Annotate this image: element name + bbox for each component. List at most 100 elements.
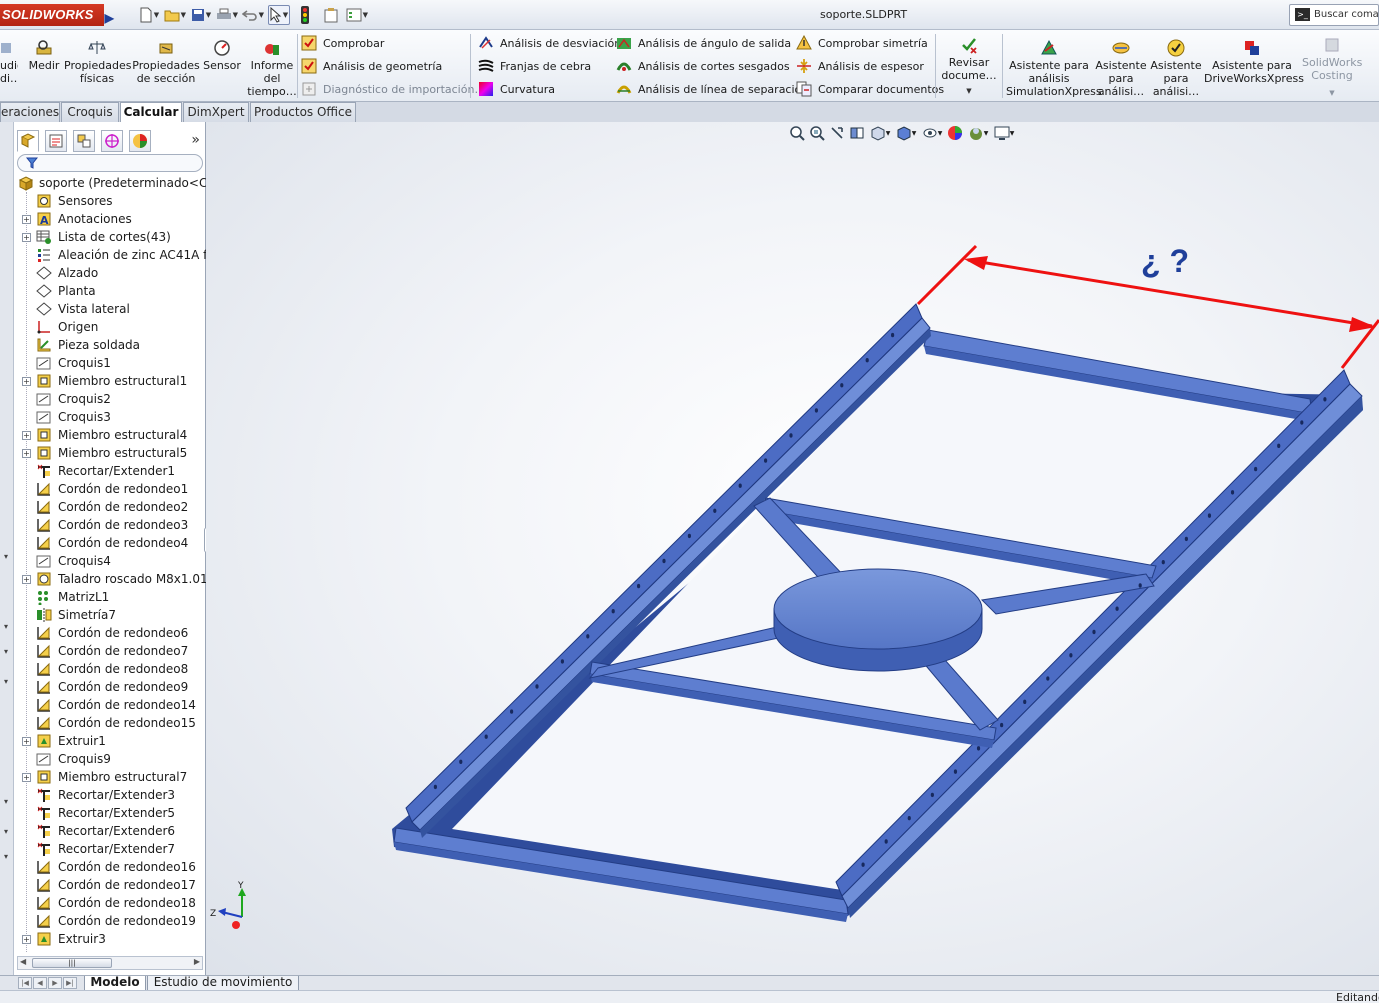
parting-line-button[interactable]: Análisis de línea de separación xyxy=(616,79,808,99)
first-tab-nav[interactable]: |◀ xyxy=(18,977,32,989)
tree-item[interactable]: + A Anotaciones xyxy=(14,210,206,228)
expand-icon[interactable]: + xyxy=(22,431,31,440)
options-button[interactable]: ▼ xyxy=(346,5,368,25)
tree-item[interactable]: + Miembro estructural4 xyxy=(14,426,206,444)
tree-item[interactable]: + Lista de cortes(43) xyxy=(14,228,206,246)
import-diagnostics-button[interactable]: Diagnóstico de importación… xyxy=(301,79,485,99)
tree-item[interactable]: Sensores xyxy=(14,192,206,210)
tree-item[interactable]: Croquis1 xyxy=(14,354,206,372)
tree-item[interactable]: Cordón de redondeo2 xyxy=(14,498,206,516)
tree-item[interactable]: Vista lateral xyxy=(14,300,206,318)
expand-icon[interactable]: + xyxy=(22,935,31,944)
tree-item[interactable]: Cordón de redondeo19 xyxy=(14,912,206,930)
curvature-button[interactable]: Curvatura xyxy=(478,79,555,99)
save-button[interactable]: ▼ xyxy=(190,5,212,25)
tree-item[interactable]: Cordón de redondeo4 xyxy=(14,534,206,552)
tree-item[interactable]: Cordón de redondeo1 xyxy=(14,480,206,498)
dropdown-arrow-icon[interactable]: ▼ xyxy=(940,85,998,98)
rebuild-button[interactable] xyxy=(294,5,316,25)
check-button[interactable]: Comprobar xyxy=(301,33,384,53)
tree-item[interactable]: + Miembro estructural7 xyxy=(14,768,206,786)
expand-icon[interactable]: + xyxy=(22,575,31,584)
tree-item[interactable]: Croquis3 xyxy=(14,408,206,426)
tree-item[interactable]: + Extruir1 xyxy=(14,732,206,750)
expand-icon[interactable]: + xyxy=(22,377,31,386)
tree-item[interactable]: Alzado xyxy=(14,264,206,282)
collapse-marker-icon[interactable]: ▾ xyxy=(4,647,8,656)
print-button[interactable]: ▼ xyxy=(216,5,238,25)
costing-button[interactable]: SolidWorks Costing ▼ xyxy=(1302,32,1362,100)
expand-icon[interactable]: + xyxy=(22,737,31,746)
tree-item[interactable]: Cordón de redondeo7 xyxy=(14,642,206,660)
study-button[interactable]: udio di… xyxy=(0,32,18,100)
collapse-marker-icon[interactable]: ▾ xyxy=(4,827,8,836)
tree-item[interactable]: Cordón de redondeo18 xyxy=(14,894,206,912)
floxpress-button[interactable]: Asistente para análisi… xyxy=(1094,32,1148,100)
tree-item[interactable]: Cordón de redondeo15 xyxy=(14,714,206,732)
design-checker-button[interactable]: Revisar docume… ▼ xyxy=(940,32,998,100)
collapse-marker-icon[interactable]: ▾ xyxy=(4,622,8,631)
tab-dimxpert[interactable]: DimXpert xyxy=(183,102,249,122)
geometry-analysis-button[interactable]: Análisis de geometría xyxy=(301,56,442,76)
measure-button[interactable]: Medir xyxy=(28,32,60,100)
scroll-thumb[interactable]: ||| xyxy=(32,958,112,968)
configuration-manager-tab[interactable] xyxy=(73,130,95,152)
expand-icon[interactable]: + xyxy=(22,215,31,224)
tree-item[interactable]: + Taladro roscado M8x1.01 xyxy=(14,570,206,588)
tab-features[interactable]: eraciones xyxy=(0,102,60,122)
tree-filter-input[interactable] xyxy=(17,154,203,172)
deviation-analysis-button[interactable]: Análisis de desviación xyxy=(478,33,621,53)
simulationxpress-button[interactable]: Asistente para análisis SimulationXpress xyxy=(1006,32,1102,100)
reference-triad[interactable]: Y Z xyxy=(210,881,246,929)
section-properties-button[interactable]: Propiedades de sección xyxy=(132,32,200,100)
display-manager-tab[interactable] xyxy=(129,130,151,152)
expand-panel-icon[interactable]: » xyxy=(191,132,200,148)
last-tab-nav[interactable]: ▶| xyxy=(63,977,77,989)
search-commands-input[interactable]: >_ Buscar comandos xyxy=(1289,4,1379,26)
tree-item[interactable]: Croquis2 xyxy=(14,390,206,408)
tree-item[interactable]: Planta xyxy=(14,282,206,300)
collapse-marker-icon[interactable]: ▾ xyxy=(4,797,8,806)
sensor-button[interactable]: Sensor xyxy=(203,32,241,100)
dropdown-arrow-icon[interactable]: ▼ xyxy=(1302,87,1362,100)
undo-button[interactable]: ▼ xyxy=(242,5,264,25)
performance-report-button[interactable]: Informe del tiempo… xyxy=(247,32,297,100)
property-manager-tab[interactable] xyxy=(45,130,67,152)
expand-icon[interactable]: + xyxy=(22,449,31,458)
driveworksxpress-button[interactable]: Asistente para DriveWorksXpress xyxy=(1204,32,1304,100)
draft-analysis-button[interactable]: Análisis de ángulo de salida xyxy=(616,33,791,53)
tree-item[interactable]: Croquis9 xyxy=(14,750,206,768)
previous-tab-nav[interactable]: ◀ xyxy=(33,977,47,989)
tab-evaluate[interactable]: Calcular xyxy=(120,102,182,123)
zebra-stripes-button[interactable]: Franjas de cebra xyxy=(478,56,591,76)
dimxpert-manager-tab[interactable] xyxy=(101,130,123,152)
mass-properties-button[interactable]: Propiedades físicas xyxy=(64,32,131,100)
feature-tree-tab[interactable] xyxy=(17,130,39,152)
tree-item[interactable]: Cordón de redondeo9 xyxy=(14,678,206,696)
dfmxpress-button[interactable]: Asistente para análisi… xyxy=(1150,32,1202,100)
tab-model[interactable]: Modelo xyxy=(84,976,146,991)
tree-item[interactable]: Cordón de redondeo6 xyxy=(14,624,206,642)
undercut-analysis-button[interactable]: Análisis de cortes sesgados xyxy=(616,56,790,76)
menu-arrow-icon[interactable]: ▶ xyxy=(105,7,114,29)
tab-sketch[interactable]: Croquis xyxy=(61,102,119,122)
tree-item[interactable]: Pieza soldada xyxy=(14,336,206,354)
scroll-left-icon[interactable]: ◀ xyxy=(20,957,26,966)
tree-item[interactable]: Cordón de redondeo8 xyxy=(14,660,206,678)
tab-office-products[interactable]: Productos Office xyxy=(250,102,356,122)
collapse-marker-icon[interactable]: ▾ xyxy=(4,552,8,561)
graphics-area[interactable]: ▼ ▼ ▼ ▼ ▼ ¿ ? Y Z xyxy=(206,122,1379,975)
tree-item[interactable]: + Miembro estructural5 xyxy=(14,444,206,462)
next-tab-nav[interactable]: ▶ xyxy=(48,977,62,989)
tree-item[interactable]: Simetría7 xyxy=(14,606,206,624)
tree-item[interactable]: + Extruir3 xyxy=(14,930,206,948)
collapse-marker-icon[interactable]: ▾ xyxy=(4,852,8,861)
tree-item[interactable]: Recortar/Extender1 xyxy=(14,462,206,480)
tree-item[interactable]: Recortar/Extender6 xyxy=(14,822,206,840)
tree-item[interactable]: Origen xyxy=(14,318,206,336)
tree-item[interactable]: Cordón de redondeo16 xyxy=(14,858,206,876)
scroll-right-icon[interactable]: ▶ xyxy=(194,957,200,966)
expand-icon[interactable]: + xyxy=(22,773,31,782)
tree-item[interactable]: Cordón de redondeo17 xyxy=(14,876,206,894)
tree-item[interactable]: MatrizL1 xyxy=(14,588,206,606)
